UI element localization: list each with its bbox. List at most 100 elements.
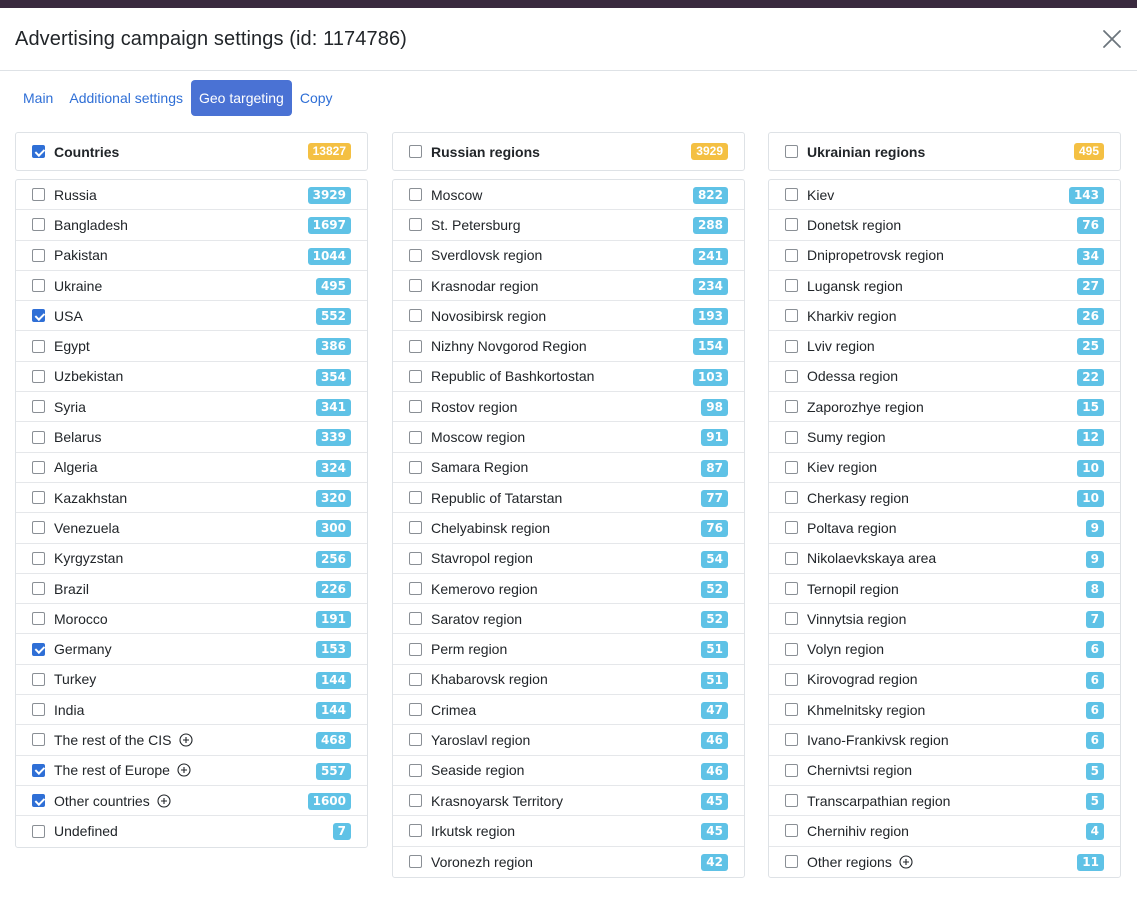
item-checkbox[interactable] <box>32 733 45 747</box>
list-item[interactable]: Chelyabinsk region 76 <box>393 513 744 544</box>
item-checkbox[interactable] <box>785 642 798 656</box>
list-item[interactable]: Ivano-Frankivsk region 6 <box>769 725 1120 756</box>
item-checkbox[interactable] <box>785 763 798 777</box>
list-item[interactable]: Yaroslavl region 46 <box>393 725 744 756</box>
list-item[interactable]: Cherkasy region 10 <box>769 483 1120 514</box>
list-item[interactable]: Vinnytsia region 7 <box>769 604 1120 635</box>
list-item[interactable]: Moscow region 91 <box>393 422 744 453</box>
item-checkbox[interactable] <box>409 703 422 717</box>
item-checkbox[interactable] <box>785 521 798 535</box>
item-checkbox[interactable] <box>409 521 422 535</box>
expand-plus-icon[interactable] <box>178 733 193 747</box>
list-item[interactable]: Brazil 226 <box>16 574 367 605</box>
item-checkbox[interactable] <box>785 460 798 474</box>
item-checkbox[interactable] <box>32 521 45 535</box>
list-item[interactable]: Novosibirsk region 193 <box>393 301 744 332</box>
tab-geo-targeting[interactable]: Geo targeting <box>191 80 292 116</box>
item-checkbox[interactable] <box>32 551 45 565</box>
item-checkbox[interactable] <box>785 491 798 505</box>
item-checkbox[interactable] <box>785 733 798 747</box>
list-item[interactable]: Odessa region 22 <box>769 362 1120 393</box>
expand-plus-icon[interactable] <box>157 794 171 808</box>
item-checkbox[interactable] <box>785 339 798 353</box>
tab-copy[interactable]: Copy <box>292 80 341 116</box>
list-item[interactable]: Kiev region 10 <box>769 453 1120 483</box>
item-checkbox[interactable] <box>409 733 422 747</box>
item-checkbox[interactable] <box>785 855 798 869</box>
list-item[interactable]: Irkutsk region 45 <box>393 816 744 847</box>
item-checkbox[interactable] <box>409 369 422 383</box>
list-item[interactable]: Lugansk region 27 <box>769 271 1120 302</box>
tab-main[interactable]: Main <box>15 80 61 116</box>
list-item[interactable]: St. Petersburg 288 <box>393 210 744 241</box>
item-checkbox[interactable] <box>785 188 798 202</box>
item-checkbox[interactable] <box>409 551 422 565</box>
item-checkbox[interactable] <box>32 491 45 505</box>
item-checkbox[interactable] <box>409 491 422 505</box>
item-checkbox[interactable] <box>785 218 798 232</box>
item-checkbox[interactable] <box>409 824 422 838</box>
list-item[interactable]: Turkey 144 <box>16 665 367 696</box>
list-item[interactable]: The rest of Europe 557 <box>16 756 367 786</box>
item-checkbox[interactable] <box>32 642 45 656</box>
item-checkbox[interactable] <box>32 794 45 808</box>
item-checkbox[interactable] <box>32 339 45 353</box>
list-item[interactable]: Kiev 143 <box>769 180 1120 211</box>
list-item[interactable]: Nikolaevkskaya area 9 <box>769 544 1120 574</box>
list-item[interactable]: Khabarovsk region 51 <box>393 665 744 696</box>
item-checkbox[interactable] <box>32 824 45 838</box>
select-all-checkbox[interactable] <box>785 145 798 158</box>
item-checkbox[interactable] <box>409 430 422 444</box>
item-checkbox[interactable] <box>409 339 422 353</box>
item-checkbox[interactable] <box>32 188 45 202</box>
list-item[interactable]: Voronezh region 42 <box>393 847 744 877</box>
item-checkbox[interactable] <box>785 369 798 383</box>
list-item[interactable]: Belarus 339 <box>16 422 367 453</box>
item-checkbox[interactable] <box>785 672 798 686</box>
list-item[interactable]: Russia 3929 <box>16 180 367 211</box>
list-item[interactable]: Undefined 7 <box>16 816 367 846</box>
select-all-checkbox[interactable] <box>409 145 422 158</box>
item-checkbox[interactable] <box>409 309 422 323</box>
list-item[interactable]: Krasnodar region 234 <box>393 271 744 302</box>
list-item[interactable]: Egypt 386 <box>16 331 367 362</box>
list-item[interactable]: Nizhny Novgorod Region 154 <box>393 331 744 362</box>
item-checkbox[interactable] <box>785 824 798 838</box>
list-item[interactable]: Poltava region 9 <box>769 513 1120 544</box>
list-item[interactable]: USA 552 <box>16 301 367 332</box>
list-item[interactable]: Sverdlovsk region 241 <box>393 241 744 271</box>
item-checkbox[interactable] <box>785 430 798 444</box>
item-checkbox[interactable] <box>32 703 45 717</box>
list-item[interactable]: Other countries 1600 <box>16 786 367 817</box>
list-item[interactable]: Germany 153 <box>16 634 367 665</box>
item-checkbox[interactable] <box>32 309 45 323</box>
list-item[interactable]: Krasnoyarsk Territory 45 <box>393 786 744 817</box>
list-item[interactable]: Khmelnitsky region 6 <box>769 695 1120 726</box>
item-checkbox[interactable] <box>32 400 45 414</box>
item-checkbox[interactable] <box>32 279 45 293</box>
list-item[interactable]: Algeria 324 <box>16 453 367 483</box>
list-item[interactable]: Saratov region 52 <box>393 604 744 635</box>
item-checkbox[interactable] <box>409 582 422 595</box>
list-item[interactable]: Bangladesh 1697 <box>16 210 367 241</box>
item-checkbox[interactable] <box>409 672 422 686</box>
list-item[interactable]: Zaporozhye region 15 <box>769 392 1120 423</box>
item-checkbox[interactable] <box>409 794 422 808</box>
item-checkbox[interactable] <box>409 612 422 626</box>
list-item[interactable]: Kemerovo region 52 <box>393 574 744 605</box>
list-item[interactable]: Crimea 47 <box>393 695 744 726</box>
item-checkbox[interactable] <box>785 703 798 717</box>
list-item[interactable]: Rostov region 98 <box>393 392 744 423</box>
list-item[interactable]: Republic of Bashkortostan 103 <box>393 362 744 393</box>
list-item[interactable]: Syria 341 <box>16 392 367 423</box>
item-checkbox[interactable] <box>32 763 45 777</box>
list-item[interactable]: Morocco 191 <box>16 604 367 635</box>
list-item[interactable]: Venezuela 300 <box>16 513 367 544</box>
item-checkbox[interactable] <box>785 309 798 323</box>
close-button[interactable] <box>1101 28 1123 50</box>
expand-plus-icon[interactable] <box>899 855 913 869</box>
list-item[interactable]: Chernihiv region 4 <box>769 816 1120 847</box>
list-item[interactable]: Lviv region 25 <box>769 331 1120 362</box>
item-checkbox[interactable] <box>409 279 422 293</box>
item-checkbox[interactable] <box>32 612 45 626</box>
